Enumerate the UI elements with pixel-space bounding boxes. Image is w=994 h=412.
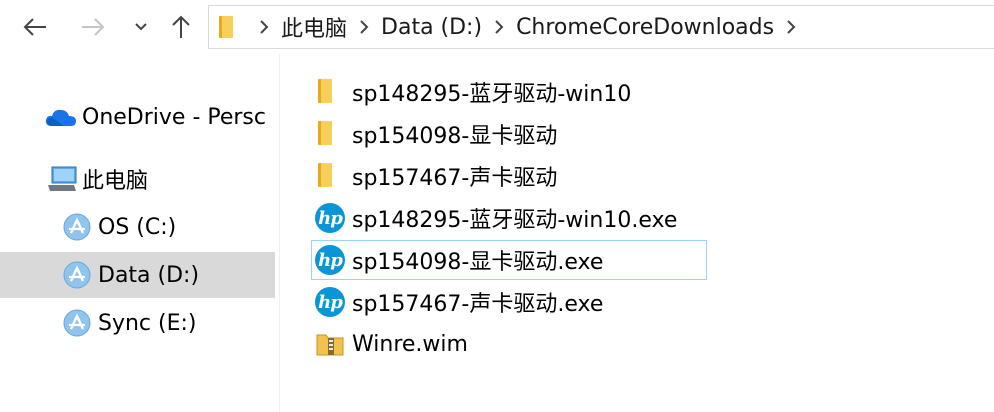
drive-icon — [62, 260, 98, 290]
chevron-right-icon[interactable] — [247, 5, 281, 49]
address-bar[interactable]: 此电脑 Data (D:) ChromeCoreDownloads — [208, 5, 994, 49]
nav-item-onedrive[interactable]: OneDrive - Persc — [0, 94, 275, 140]
nav-item-label: Data (D:) — [98, 262, 200, 288]
archive-icon — [312, 327, 348, 361]
list-item[interactable]: hp sp154098-显卡驱动.exe — [311, 240, 707, 280]
up-button[interactable] — [164, 8, 198, 46]
cloud-icon — [44, 102, 82, 132]
navigation-pane: OneDrive - Persc 此电脑 OS (C:) Data (D:) S… — [0, 54, 280, 412]
forward-button[interactable] — [76, 8, 110, 46]
toolbar: 此电脑 Data (D:) ChromeCoreDownloads — [0, 0, 994, 54]
folder-icon — [312, 75, 348, 109]
nav-item-label: Sync (E:) — [98, 310, 197, 336]
folder-icon — [217, 16, 237, 38]
nav-item-label: OS (C:) — [98, 214, 177, 240]
arrow-up-icon — [172, 15, 190, 38]
computer-icon — [46, 164, 82, 194]
arrow-left-icon — [23, 18, 46, 36]
hp-logo-icon: hp — [312, 285, 348, 319]
file-name: sp154098-显卡驱动 — [352, 124, 558, 149]
chevron-right-icon[interactable] — [482, 5, 516, 49]
chevron-right-icon[interactable] — [774, 5, 808, 49]
chevron-down-icon — [135, 23, 147, 31]
nav-item-this-pc[interactable]: 此电脑 — [0, 156, 275, 202]
breadcrumb-this-pc[interactable]: 此电脑 — [281, 11, 347, 43]
back-button[interactable] — [18, 8, 52, 46]
list-item[interactable]: hp sp157467-声卡驱动.exe — [312, 282, 708, 322]
nav-item-label: 此电脑 — [82, 169, 149, 194]
breadcrumb-data-drive[interactable]: Data (D:) — [381, 15, 482, 40]
recent-locations-button[interactable] — [126, 8, 156, 46]
file-list: sp148295-蓝牙驱动-win10 sp154098-显卡驱动 sp1574… — [280, 54, 994, 412]
file-name: sp157467-声卡驱动.exe — [352, 292, 604, 317]
drive-icon — [62, 308, 98, 338]
folder-icon — [312, 117, 348, 151]
list-item[interactable]: sp154098-显卡驱动 — [312, 114, 708, 154]
nav-item-sync-e[interactable]: Sync (E:) — [0, 300, 275, 346]
nav-item-os-c[interactable]: OS (C:) — [0, 204, 275, 250]
list-item[interactable]: sp148295-蓝牙驱动-win10 — [312, 72, 708, 112]
list-item[interactable]: Winre.wim — [312, 324, 708, 364]
breadcrumb-chromecoredownloads[interactable]: ChromeCoreDownloads — [516, 15, 774, 40]
file-name: sp148295-蓝牙驱动-win10.exe — [352, 208, 678, 233]
folder-icon — [312, 159, 348, 193]
list-item[interactable]: sp157467-声卡驱动 — [312, 156, 708, 196]
file-name: sp154098-显卡驱动.exe — [352, 250, 604, 275]
arrow-right-icon — [82, 18, 105, 36]
nav-item-label: OneDrive - Persc — [82, 104, 266, 130]
nav-item-data-d[interactable]: Data (D:) — [0, 252, 275, 298]
list-item[interactable]: hp sp148295-蓝牙驱动-win10.exe — [312, 198, 708, 238]
file-name: sp148295-蓝牙驱动-win10 — [352, 82, 632, 107]
file-name: sp157467-声卡驱动 — [352, 166, 558, 191]
drive-icon — [62, 212, 98, 242]
hp-logo-icon: hp — [312, 243, 348, 277]
file-name: Winre.wim — [352, 331, 468, 357]
chevron-right-icon[interactable] — [347, 5, 381, 49]
hp-logo-icon: hp — [312, 201, 348, 235]
